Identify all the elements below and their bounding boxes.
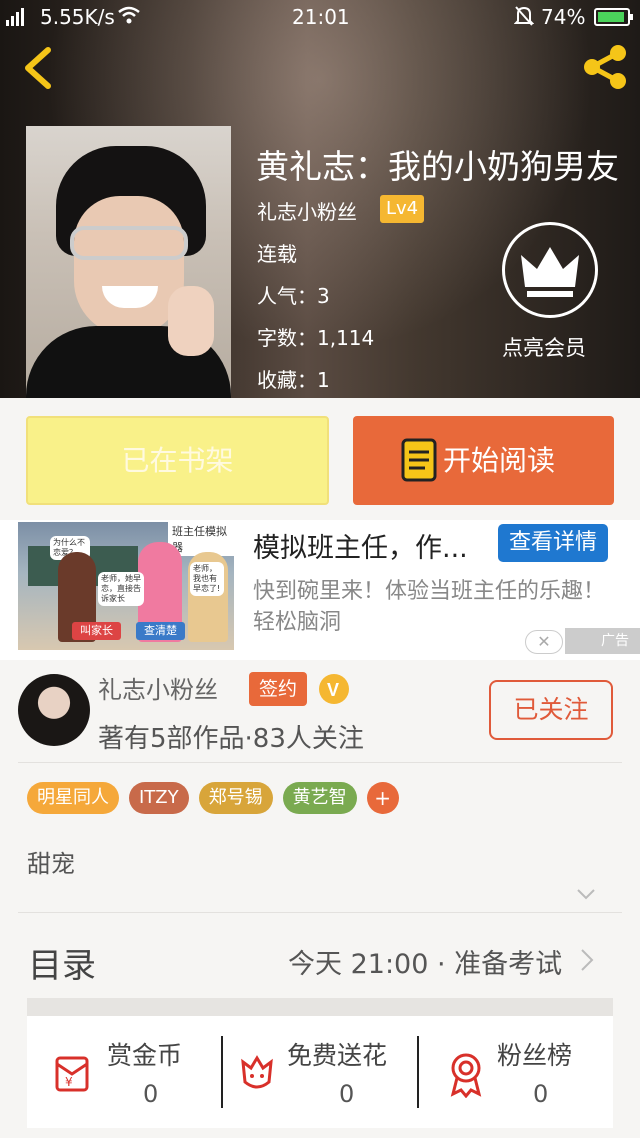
send-flower-button[interactable]: 免费送花 0 — [223, 1016, 417, 1128]
reward-coins-count: 0 — [143, 1080, 159, 1108]
level-badge: Lv4 — [380, 195, 425, 223]
share-icon — [584, 45, 626, 89]
divider — [18, 762, 622, 763]
favorites-count: 收藏：1 — [257, 368, 330, 392]
divider — [18, 912, 622, 913]
author-works: 著有5部作品·83人关注 — [98, 724, 364, 754]
wifi-icon — [118, 5, 140, 29]
battery-icon — [594, 8, 633, 26]
flower-icon — [241, 1055, 273, 1089]
toc-label[interactable]: 目录 — [28, 938, 96, 987]
tag[interactable]: 郑号锡 — [198, 782, 273, 814]
reward-coins-label: 赏金币 — [107, 1041, 183, 1070]
fan-ranking-button[interactable]: 粉丝榜 0 — [419, 1016, 613, 1128]
ad-mark: 广告 — [565, 628, 640, 654]
red-envelope-icon: ¥ — [55, 1056, 89, 1092]
vip-label[interactable]: 点亮会员 — [502, 332, 586, 362]
author-section: 礼志小粉丝 签约 V 著有5部作品·83人关注 已关注 明星同人 ITZY 郑号… — [0, 660, 640, 1138]
send-flower-count: 0 — [339, 1080, 355, 1108]
medal-icon — [450, 1053, 482, 1098]
tag-list: 明星同人 ITZY 郑号锡 黄艺智 + — [27, 782, 399, 814]
start-reading-button[interactable]: 开始阅读 — [353, 416, 614, 505]
book-title: 黄礼志：我的小奶狗男友 — [256, 147, 619, 186]
ad-image-button: 叫家长 — [72, 622, 121, 640]
back-button[interactable] — [18, 44, 58, 92]
network-speed: 5.55K/s — [40, 5, 115, 29]
word-count: 字数：1,114 — [257, 326, 375, 350]
section-divider — [27, 998, 613, 1016]
verified-icon: V — [316, 672, 352, 706]
author-name[interactable]: 礼志小粉丝 — [98, 670, 218, 705]
mute-icon — [513, 5, 535, 32]
add-tag-button[interactable]: + — [366, 782, 399, 814]
tag[interactable]: ITZY — [129, 782, 189, 814]
chevron-down-icon — [577, 889, 595, 900]
start-reading-label: 开始阅读 — [443, 444, 556, 477]
fan-ranking-label: 粉丝榜 — [497, 1041, 573, 1070]
signal-icon — [6, 6, 24, 26]
svg-text:V: V — [327, 680, 339, 700]
popularity: 人气：3 — [257, 284, 330, 308]
chevron-left-icon — [25, 47, 51, 89]
close-icon[interactable]: ✕ — [525, 630, 563, 654]
vip-button[interactable] — [502, 222, 598, 318]
crown-icon — [521, 247, 579, 297]
clock: 21:01 — [292, 5, 350, 29]
fan-ranking-count: 0 — [533, 1080, 549, 1108]
chevron-right-icon[interactable] — [580, 948, 594, 972]
status-bar: 5.55K/s 21:01 74% — [0, 0, 640, 34]
followed-button[interactable]: 已关注 — [489, 680, 613, 740]
reward-coins-button[interactable]: ¥ 赏金币 0 — [27, 1016, 221, 1128]
genre-text: 甜宠 — [27, 850, 75, 878]
tag[interactable]: 明星同人 — [27, 782, 119, 814]
share-button[interactable] — [580, 44, 630, 90]
ad-banner[interactable]: 班主任模拟器 为什么不恋爱？ 老师，她早恋，直接告诉家长 老师，我也有早恋了! … — [0, 520, 640, 660]
ad-description: 快到碗里来！体验当班主任的乐趣！轻松脑洞 — [253, 579, 606, 635]
ad-image[interactable]: 班主任模拟器 为什么不恋爱？ 老师，她早恋，直接告诉家长 老师，我也有早恋了! … — [18, 522, 234, 650]
on-shelf-button[interactable]: 已在书架 — [26, 416, 329, 505]
book-author[interactable]: 礼志小粉丝 — [257, 196, 357, 225]
svg-text:¥: ¥ — [65, 1075, 73, 1089]
ad-bubble: 老师，我也有早恋了! — [190, 562, 224, 596]
ad-bubble: 老师，她早恋，直接告诉家长 — [98, 572, 144, 606]
book-cover[interactable] — [26, 126, 231, 398]
latest-chapter[interactable]: 今天 21:00 · 准备考试 — [288, 942, 562, 981]
stats-bar: ¥ 赏金币 0 免费送花 0 粉丝榜 0 — [27, 1016, 613, 1128]
signed-badge: 签约 — [249, 672, 307, 706]
tag[interactable]: 黄艺智 — [282, 782, 357, 814]
send-flower-label: 免费送花 — [287, 1041, 388, 1070]
book-icon — [401, 438, 437, 482]
ad-image-button: 查清楚 — [136, 622, 185, 640]
battery-percent: 74% — [541, 5, 586, 29]
ad-title[interactable]: 模拟班主任，作... — [253, 526, 468, 565]
expand-button[interactable] — [576, 885, 596, 900]
avatar[interactable] — [18, 674, 90, 746]
ad-details-button[interactable]: 查看详情 — [498, 524, 608, 562]
serial-status: 连载 — [257, 242, 297, 266]
